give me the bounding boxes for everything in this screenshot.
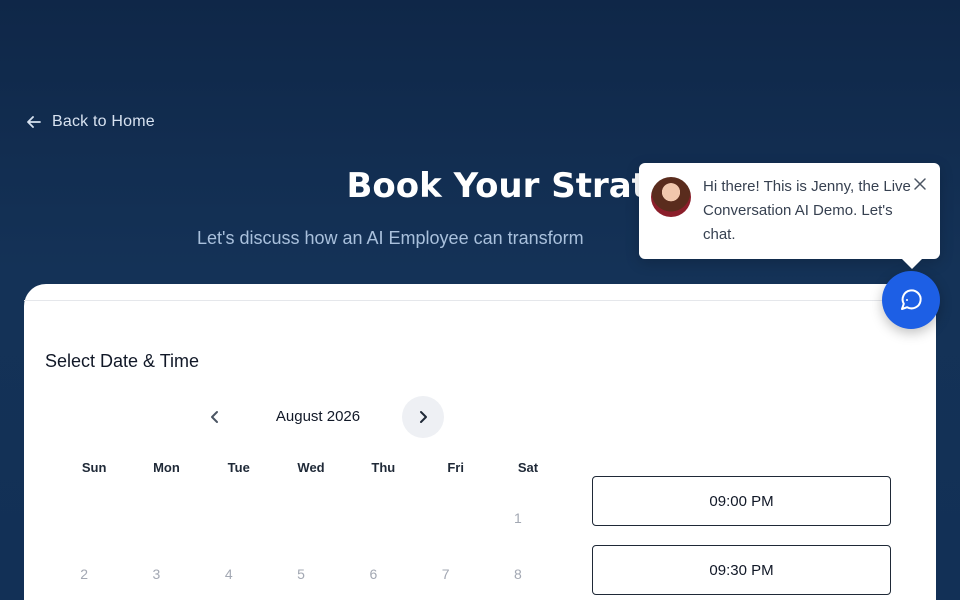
- page-subtitle: Let's discuss how an AI Employee can tra…: [197, 228, 584, 248]
- agent-avatar: [651, 177, 691, 217]
- calendar-day: 1: [514, 510, 522, 526]
- calendar-day: 7: [441, 566, 450, 582]
- close-icon[interactable]: [912, 176, 928, 192]
- weekday-label: Wed: [297, 460, 325, 475]
- calendar-day: 2: [80, 566, 89, 582]
- time-slot-button[interactable]: 09:30 PM: [592, 545, 891, 595]
- weekday-header: Sun Mon Tue Wed Thu Fri Sat: [58, 460, 564, 475]
- time-slot-button[interactable]: 09:00 PM: [592, 476, 891, 526]
- calendar-day: 4: [224, 566, 233, 582]
- calendar-day: 6: [369, 566, 378, 582]
- card-divider: [24, 300, 936, 301]
- weekday-label: Tue: [227, 460, 250, 475]
- weekday-label: Mon: [153, 460, 180, 475]
- chevron-left-icon: [211, 411, 218, 423]
- booking-card: Select Date & Time August 2026 Sun Mon T…: [24, 284, 936, 600]
- section-title: Select Date & Time: [45, 351, 200, 371]
- calendar-day-empty: [48, 506, 120, 562]
- weekday-label: Fri: [447, 460, 464, 475]
- next-month-button[interactable]: [402, 396, 444, 438]
- chat-popup[interactable]: Hi there! This is Jenny, the Live Conver…: [639, 163, 940, 269]
- prev-month-button[interactable]: [194, 396, 236, 438]
- calendar-days-grid: 1 2 3 4 5 6 7 8: [48, 506, 554, 600]
- arrow-left-icon: [27, 116, 41, 128]
- chat-bubble-icon: [901, 289, 922, 310]
- back-to-home-link[interactable]: Back to Home: [26, 113, 155, 131]
- chat-launcher-button[interactable]: [882, 271, 940, 329]
- weekday-label: Thu: [371, 460, 396, 475]
- calendar-day-empty: [120, 506, 192, 562]
- chat-popup-message: Hi there! This is Jenny, the Live Conver…: [703, 178, 911, 243]
- calendar-day-empty: [265, 506, 337, 562]
- calendar-day-empty: [409, 506, 481, 562]
- weekday-label: Sat: [517, 460, 539, 475]
- calendar-nav: August 2026: [194, 396, 444, 438]
- calendar-day: 8: [514, 566, 522, 582]
- back-to-home-label: Back to Home: [52, 113, 155, 130]
- weekday-label: Sun: [81, 460, 107, 475]
- calendar-day: 3: [152, 566, 161, 582]
- calendar-day-empty: [337, 506, 409, 562]
- chevron-right-icon: [420, 411, 427, 423]
- month-label: August 2026: [275, 408, 361, 425]
- calendar-day: 5: [297, 566, 305, 582]
- calendar-day-empty: [193, 506, 265, 562]
